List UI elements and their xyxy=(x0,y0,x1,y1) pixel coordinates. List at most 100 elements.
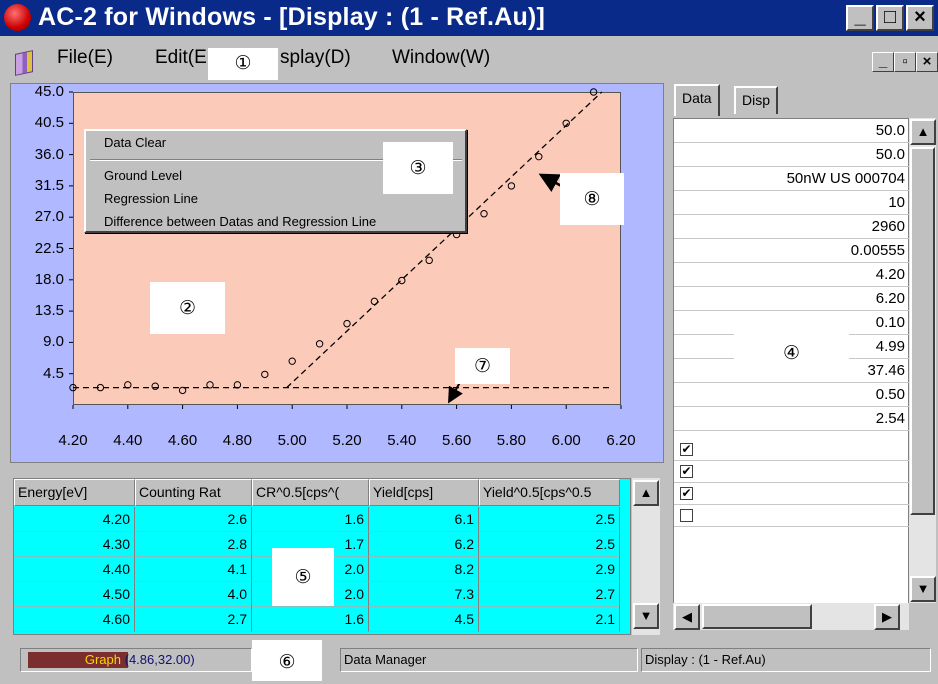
arrow-down-icon: ▼ xyxy=(916,581,930,596)
table-cell[interactable]: 7.3 xyxy=(369,582,479,607)
checkbox[interactable]: ✔ xyxy=(680,487,693,500)
checkbox-row xyxy=(674,503,909,527)
table-cell[interactable]: 4.30 xyxy=(14,532,135,557)
data-value-row[interactable]: 50nW US 000704 xyxy=(674,167,909,191)
data-value-row[interactable]: 10 xyxy=(674,191,909,215)
data-value-row[interactable]: 2960 xyxy=(674,215,909,239)
data-value-row[interactable]: 2.54 xyxy=(674,407,909,431)
table-cell[interactable]: 4.50 xyxy=(14,582,135,607)
callout-3: ③ xyxy=(383,142,453,194)
x-tick-label: 4.40 xyxy=(113,432,143,449)
y-tick-label: 13.5 xyxy=(34,302,64,320)
checkbox[interactable]: ✔ xyxy=(680,443,693,456)
table-cell[interactable]: 4.40 xyxy=(14,557,135,582)
table-cell[interactable]: 4.1 xyxy=(135,557,252,582)
table-cell[interactable]: 4.5 xyxy=(369,607,479,632)
scroll-thumb[interactable] xyxy=(910,147,935,515)
arrow-up-icon: ▲ xyxy=(916,124,930,139)
arrow-right-icon: ▶ xyxy=(882,609,892,624)
scroll-right-button[interactable]: ▶ xyxy=(874,604,900,630)
table-cell[interactable]: 2.7 xyxy=(479,582,620,607)
table-cell[interactable]: 2.9 xyxy=(479,557,620,582)
callout-2: ② xyxy=(150,282,225,334)
table-cell[interactable]: 4.20 xyxy=(14,507,135,532)
ctx-regression-line[interactable]: Regression Line xyxy=(104,191,198,206)
table-cell[interactable]: 4.60 xyxy=(14,607,135,632)
tab-data[interactable]: Data xyxy=(674,84,720,116)
ctx-ground-level[interactable]: Ground Level xyxy=(104,168,182,183)
data-point xyxy=(288,357,296,365)
y-tick-label: 45.0 xyxy=(34,83,64,100)
table-cell[interactable]: 2.5 xyxy=(479,507,620,532)
data-value-row[interactable]: 0.10 xyxy=(674,311,909,335)
data-value-row[interactable]: 50.0 xyxy=(674,119,909,143)
data-value-row[interactable]: 0.50 xyxy=(674,383,909,407)
data-value-row[interactable]: 0.00555 xyxy=(674,239,909,263)
table-cell[interactable]: 1.6 xyxy=(252,507,369,532)
table-scroll-up-button[interactable]: ▲ xyxy=(633,480,659,506)
y-tick-label: 36.0 xyxy=(34,145,64,163)
table-column-header[interactable]: Counting Rat xyxy=(135,479,252,506)
x-tick-label: 4.20 xyxy=(58,432,88,449)
table-cell[interactable]: 2.8 xyxy=(135,532,252,557)
table-cell[interactable]: 1.6 xyxy=(252,607,369,632)
table-cell[interactable]: 2.6 xyxy=(135,507,252,532)
data-point xyxy=(343,319,351,328)
callout-6: ⑥ xyxy=(252,640,322,681)
data-point xyxy=(206,381,214,389)
ctx-difference[interactable]: Difference between Datas and Regression … xyxy=(104,214,376,229)
x-tick-label: 5.40 xyxy=(387,432,417,449)
y-tick-label: 27.0 xyxy=(34,208,64,226)
data-point xyxy=(535,152,543,161)
x-tick-label: 5.60 xyxy=(441,432,472,449)
data-point xyxy=(315,340,324,348)
x-tick-label: 5.20 xyxy=(332,432,362,449)
table-cell[interactable]: 6.2 xyxy=(369,532,479,557)
data-value-row[interactable]: 6.20 xyxy=(674,287,909,311)
data-point xyxy=(151,382,159,390)
y-tick-label: 9.0 xyxy=(43,333,64,351)
data-point xyxy=(261,370,269,379)
table-column-header[interactable]: Yield[cps] xyxy=(369,479,479,506)
data-point xyxy=(398,276,406,285)
tab-disp[interactable]: Disp xyxy=(734,86,779,114)
arrow-down-icon: ▼ xyxy=(639,608,653,623)
x-tick-label: 5.00 xyxy=(277,432,307,449)
table-cell[interactable]: 4.0 xyxy=(135,582,252,607)
table-column-header[interactable]: Energy[eV] xyxy=(14,479,135,506)
data-value-row[interactable]: 4.20 xyxy=(674,263,909,287)
data-point xyxy=(589,88,598,96)
hscroll-thumb[interactable] xyxy=(702,604,812,629)
status-display-info: Display : (1 - Ref.Au) xyxy=(641,648,931,672)
table-scroll-down-button[interactable]: ▼ xyxy=(633,603,659,629)
scroll-down-button[interactable]: ▼ xyxy=(910,576,936,602)
table-column-header[interactable]: Yield^0.5[cps^0.5 xyxy=(479,479,620,506)
y-tick-label: 4.5 xyxy=(43,364,64,382)
table-column-header[interactable]: CR^0.5[cps^( xyxy=(252,479,369,506)
checkbox[interactable] xyxy=(680,509,693,522)
table-cell[interactable]: 6.1 xyxy=(369,507,479,532)
status-data-manager: Data Manager xyxy=(340,648,638,672)
table-cell[interactable]: 2.7 xyxy=(135,607,252,632)
arrow-up-icon: ▲ xyxy=(639,485,653,500)
ctx-data-clear[interactable]: Data Clear xyxy=(104,135,166,150)
data-point xyxy=(425,256,433,265)
x-tick-label: 4.60 xyxy=(167,432,198,449)
table-cell[interactable]: 2.1 xyxy=(479,607,620,632)
table-cell[interactable]: 8.2 xyxy=(369,557,479,582)
data-point xyxy=(178,386,187,395)
data-point xyxy=(370,297,379,306)
callout-5: ⑤ xyxy=(272,548,334,606)
checkbox-row xyxy=(674,437,909,461)
arrow-left-icon: ◀ xyxy=(682,609,692,624)
checkbox[interactable]: ✔ xyxy=(680,465,693,478)
data-point xyxy=(480,210,488,218)
callout-8: ⑧ xyxy=(560,173,624,225)
x-tick-label: 4.80 xyxy=(222,432,252,449)
x-tick-label: 6.20 xyxy=(606,432,636,449)
y-tick-label: 40.5 xyxy=(34,114,64,132)
data-value-row[interactable]: 50.0 xyxy=(674,143,909,167)
scroll-left-button[interactable]: ◀ xyxy=(674,604,700,630)
table-cell[interactable]: 2.5 xyxy=(479,532,620,557)
scroll-up-button[interactable]: ▲ xyxy=(910,119,936,145)
